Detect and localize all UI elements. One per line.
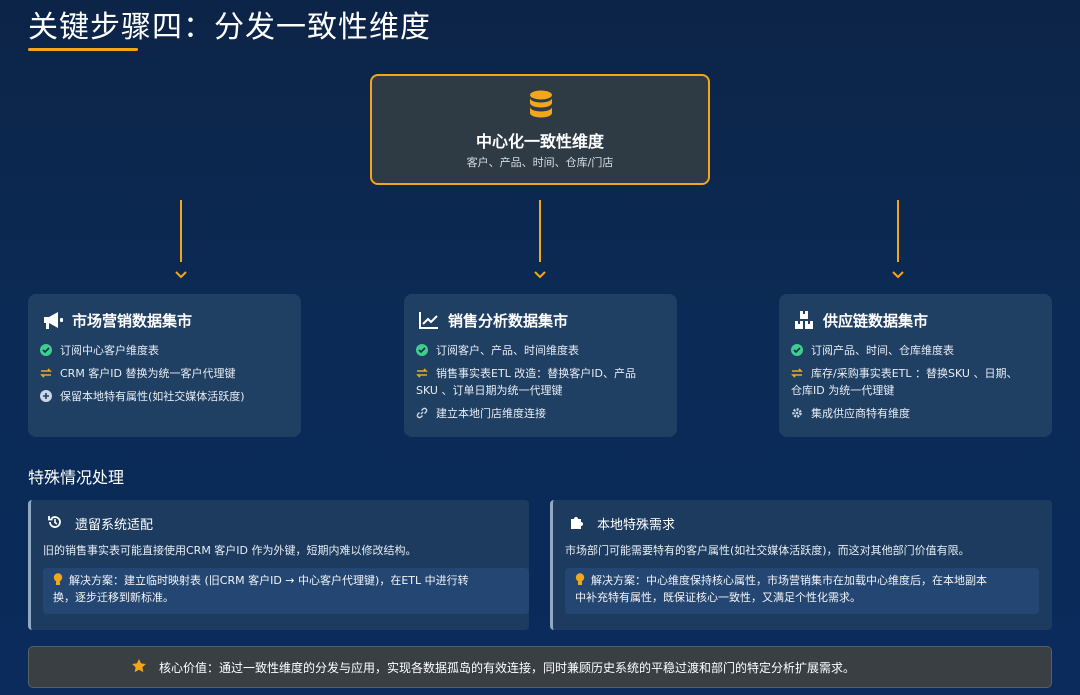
lightbulb-icon [53,573,63,585]
history-icon [48,516,61,528]
legacy-case-title: 遗留系统适配 [75,518,154,533]
title-underline [28,48,138,51]
solution-text: 解决方案：建立临时映射表 (旧CRM 客户ID → 中心客户代理键)，在ETL … [69,574,469,587]
list-item: 保留本地特有属性(如社交媒体活跃度) [40,388,245,405]
boxes-icon [795,311,813,329]
list-item: CRM 客户ID 替换为统一客户代理键 [40,365,236,382]
list-item-text: 订阅中心客户维度表 [60,344,159,357]
marketing-mart-title: 市场营销数据集市 [72,312,193,330]
connector-line-left [180,200,182,262]
check-circle-icon [791,344,803,356]
list-item-text: 保留本地特有属性(如社交媒体活跃度) [60,390,245,403]
check-circle-icon [416,344,428,356]
supply-chain-mart-card: 供应链数据集市 订阅产品、时间、仓库维度表 库存/采购事实表ETL ：替换SKU… [779,294,1052,437]
check-circle-icon [40,344,52,356]
list-item-text: 订阅客户、产品、时间维度表 [436,344,579,357]
list-item: 集成供应商特有维度 [791,405,910,422]
list-item-text: 集成供应商特有维度 [811,407,910,420]
chevron-down-icon [534,271,546,279]
list-item-text: 订阅产品、时间、仓库维度表 [811,344,954,357]
list-item: 订阅产品、时间、仓库维度表 [791,342,954,359]
supply-chain-mart-title: 供应链数据集市 [823,312,929,330]
list-item: 订阅客户、产品、时间维度表 [416,342,579,359]
legacy-case-description: 旧的销售事实表可能直接使用CRM 客户ID 作为外键，短期内难以修改结构。 [43,544,417,557]
exchange-icon [791,368,803,378]
list-item-text: CRM 客户ID 替换为统一客户代理键 [60,367,236,380]
local-needs-case-card: 本地特殊需求 市场部门可能需要特有的客户属性(如社交媒体活跃度)，而这对其他部门… [550,500,1052,630]
special-cases-title: 特殊情况处理 [28,468,125,487]
central-dimension-box: 中心化一致性维度 客户、产品、时间、仓库/门店 [370,74,710,185]
connector-line-center [539,200,541,262]
core-value-text: 核心价值：通过一致性维度的分发与应用，实现各数据孤岛的有效连接，同时兼顾历史系统… [159,661,856,675]
sales-mart-card: 销售分析数据集市 订阅客户、产品、时间维度表 销售事实表ETL 改造：替换客户I… [404,294,677,437]
lightbulb-icon [575,573,585,585]
gear-icon [792,408,802,418]
legacy-case-card: 遗留系统适配 旧的销售事实表可能直接使用CRM 客户ID 作为外键，短期内难以修… [28,500,529,630]
local-needs-case-description: 市场部门可能需要特有的客户属性(如社交媒体活跃度)，而这对其他部门价值有限。 [565,544,970,557]
central-dimension-title: 中心化一致性维度 [475,132,604,151]
line-chart-icon [419,312,438,329]
list-item: 销售事实表ETL 改造：替换客户ID、产品 SKU 、订单日期为统一代理键 [416,365,636,399]
list-item-text: 销售事实表ETL 改造：替换客户ID、产品 [436,367,637,380]
exchange-icon [416,368,428,378]
chevron-down-icon [892,271,904,279]
solution-text-cont: 换，逐步迁移到新标准。 [53,591,174,604]
list-item: 库存/采购事实表ETL ：替换SKU 、日期、仓库ID 为统一代理键 [791,365,1017,399]
list-item-text-cont: 仓库ID 为统一代理键 [791,384,895,397]
core-value-banner: 核心价值：通过一致性维度的分发与应用，实现各数据孤岛的有效连接，同时兼顾历史系统… [28,646,1052,688]
sales-mart-title: 销售分析数据集市 [448,312,569,330]
marketing-mart-card: 市场营销数据集市 订阅中心客户维度表 CRM 客户ID 替换为统一客户代理键 保… [28,294,301,437]
exchange-icon [40,368,52,378]
star-icon [132,659,146,673]
list-item-text: 建立本地门店维度连接 [436,407,546,420]
page-title: 关键步骤四：分发一致性维度 [28,10,431,45]
solution-text-cont: 中补充特有属性，既保证核心一致性，又满足个性化需求。 [575,591,861,604]
puzzle-icon [571,517,583,529]
link-icon [416,407,428,419]
megaphone-icon [44,312,63,329]
list-item: 订阅中心客户维度表 [40,342,159,359]
plus-circle-icon [40,390,52,402]
legacy-case-solution: 解决方案：建立临时映射表 (旧CRM 客户ID → 中心客户代理键)，在ETL … [43,568,529,614]
local-needs-case-solution: 解决方案：中心维度保持核心属性，市场营销集市在加载中心维度后，在本地副本中补充特… [565,568,1039,614]
chevron-down-icon [175,271,187,279]
connector-line-right [897,200,899,262]
local-needs-case-title: 本地特殊需求 [597,518,676,533]
list-item-text: 库存/采购事实表ETL ：替换SKU 、日期、 [811,367,1018,380]
database-icon [530,90,552,118]
solution-text: 解决方案：中心维度保持核心属性，市场营销集市在加载中心维度后，在本地副本 [591,574,987,587]
list-item-text-cont: SKU 、订单日期为统一代理键 [416,384,563,397]
list-item: 建立本地门店维度连接 [416,405,546,422]
central-dimension-subtitle: 客户、产品、时间、仓库/门店 [466,156,614,169]
